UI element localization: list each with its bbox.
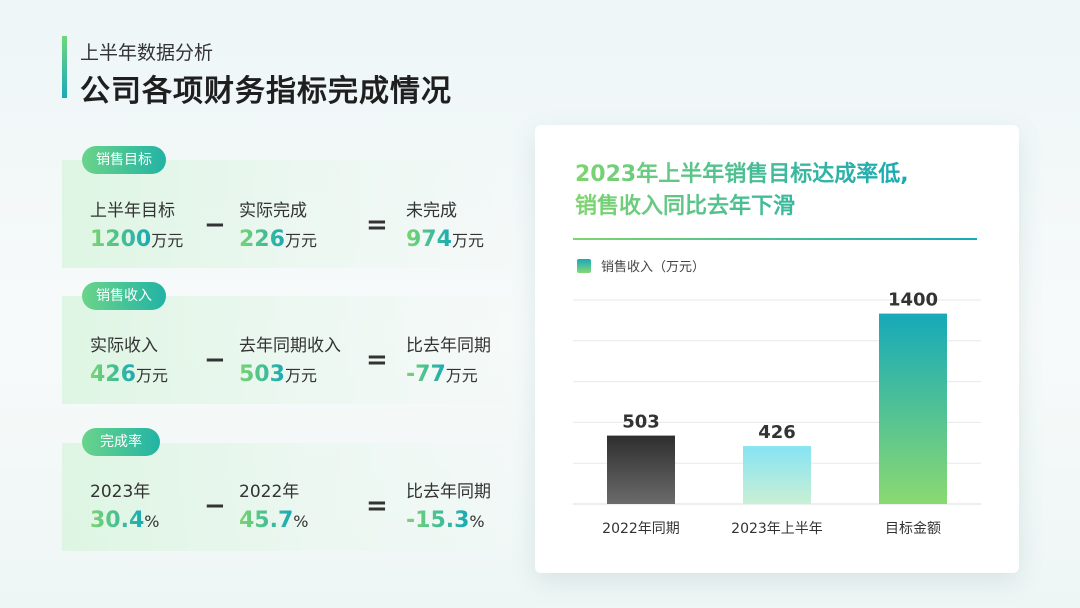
metric-label: 实际完成 (239, 201, 307, 221)
equals-operator: = (366, 491, 388, 521)
metric-value: 226 (239, 227, 285, 252)
x-tick-label: 2022年同期 (602, 521, 680, 537)
metric-revenue-yoy: 比去年同期 -77万元 (406, 331, 491, 387)
metric-label: 比去年同期 (406, 336, 491, 356)
metric-value: 974 (406, 227, 452, 252)
metric-rate-yoy: 比去年同期 -15.3% (406, 477, 491, 533)
metric-unit: % (293, 512, 309, 531)
title-accent-bar (62, 36, 67, 98)
metric-label: 2022年 (239, 482, 300, 502)
chart-card: 2023年上半年销售目标达成率低, 销售收入同比去年下滑 销售收入（万元） 50… (535, 125, 1019, 573)
metric-not-completed: 未完成 974万元 (406, 196, 484, 252)
equals-operator: = (366, 345, 388, 375)
metric-label: 2023年 (90, 482, 151, 502)
minus-operator: − (204, 491, 226, 521)
metric-actual-completion: 实际完成 226万元 (239, 196, 317, 252)
metric-last-year-revenue: 去年同期收入 503万元 (239, 331, 341, 387)
minus-operator: − (204, 210, 226, 240)
bar-3 (879, 313, 947, 504)
metric-unit: % (144, 512, 160, 531)
tag-completion-rate: 完成率 (82, 428, 160, 456)
x-tick-label: 2023年上半年 (731, 521, 823, 537)
bar-chart: 503 2022年同期 426 2023年上半年 1400 目标金额 (573, 290, 981, 537)
metric-unit: 万元 (284, 231, 317, 250)
equals-operator: = (366, 210, 388, 240)
metric-actual-revenue: 实际收入 426万元 (90, 331, 168, 387)
data-label: 1400 (888, 290, 938, 311)
bar-2 (743, 446, 811, 504)
metric-unit: 万元 (135, 366, 168, 385)
metric-value: 30.4 (90, 508, 145, 533)
tag-sales-revenue: 销售收入 (82, 282, 166, 310)
metric-label: 未完成 (406, 201, 457, 221)
metric-unit: 万元 (445, 366, 478, 385)
metric-label: 上半年目标 (90, 201, 175, 221)
tag-sales-target: 销售目标 (82, 146, 166, 174)
minus-operator: − (204, 345, 226, 375)
metric-unit: 万元 (151, 231, 184, 250)
metric-value: 426 (90, 362, 136, 387)
metric-value: 1200 (90, 227, 152, 252)
metric-rate-2023: 2023年 30.4% (90, 477, 159, 533)
page-subtitle: 上半年数据分析 (80, 42, 214, 64)
metric-half-year-target: 上半年目标 1200万元 (90, 196, 183, 252)
page-title: 公司各项财务指标完成情况 (80, 74, 452, 109)
data-label: 503 (622, 412, 660, 433)
metric-label: 实际收入 (90, 336, 158, 356)
metric-label: 比去年同期 (406, 482, 491, 502)
metric-value: -15.3 (406, 508, 470, 533)
metric-label: 去年同期收入 (239, 336, 341, 356)
metric-value: -77 (406, 362, 446, 387)
x-tick-label: 目标金额 (885, 521, 941, 537)
metric-rate-2022: 2022年 45.7% (239, 477, 308, 533)
metric-unit: 万元 (284, 366, 317, 385)
bar-1 (607, 435, 675, 504)
metric-value: 45.7 (239, 508, 294, 533)
metric-unit: 万元 (451, 231, 484, 250)
metric-value: 503 (239, 362, 285, 387)
metric-unit: % (469, 512, 485, 531)
data-label: 426 (758, 422, 796, 443)
